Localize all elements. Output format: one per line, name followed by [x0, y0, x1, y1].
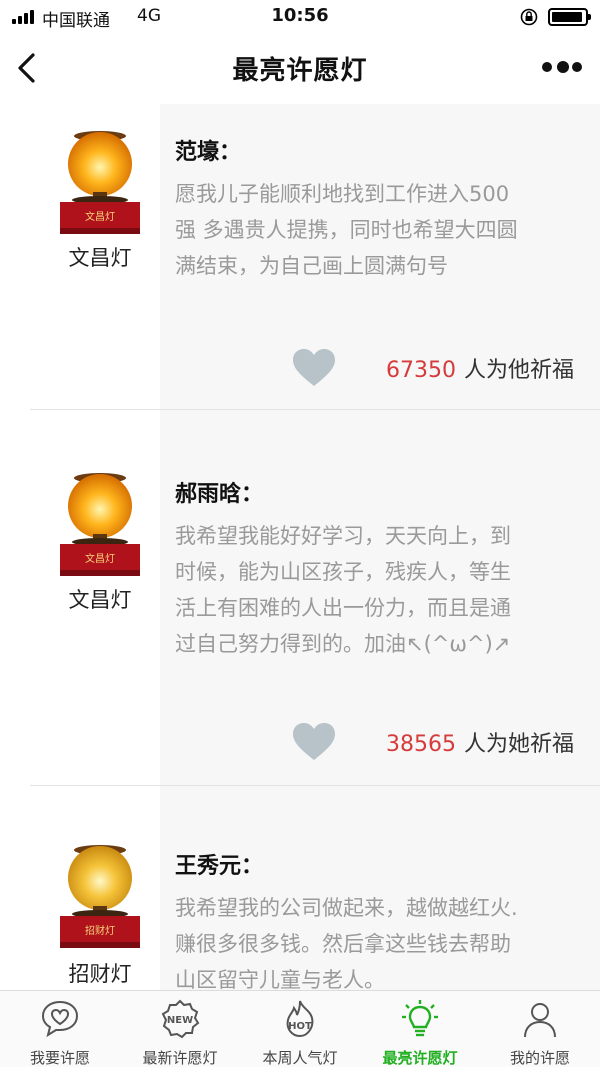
tab-make-wish[interactable]: 我要许愿	[0, 991, 120, 1067]
nav-bar: 最亮许愿灯	[0, 34, 600, 104]
bless-suffix: 人为他祈福	[463, 358, 574, 383]
wish-list[interactable]: 文昌灯 文昌灯 范壕： 愿我儿子能顺利地找到工作进入500 强 多遇贵人提携，同…	[0, 104, 600, 990]
lamp-type-label: 招财灯	[68, 962, 132, 986]
tab-label: 我要许愿	[29, 1049, 90, 1067]
tab-label: 最新许愿灯	[142, 1049, 218, 1067]
bless-suffix: 人为她祈福	[463, 732, 574, 757]
bless-heart-icon[interactable]	[292, 348, 336, 388]
wisher-name: 郝雨晗：	[175, 482, 264, 507]
tab-label: 最亮许愿灯	[382, 1049, 458, 1067]
bless-count: 67350	[385, 358, 456, 383]
wisher-name: 范壕：	[175, 140, 242, 165]
lamp-plaque-text: 文昌灯	[85, 210, 115, 223]
more-options-icon[interactable]	[540, 58, 584, 76]
hot-flame-icon: HOT	[286, 1000, 314, 1038]
lantern-lamp-icon: 文昌灯	[60, 131, 140, 234]
wish-text: 我希望我能好好学习，天天向上，到 时候，能为山区孩子，残疾人，等生 活上有困难的…	[175, 524, 511, 656]
svg-text:NEW: NEW	[167, 1015, 193, 1026]
wish-card[interactable]: 文昌灯 文昌灯 范壕： 愿我儿子能顺利地找到工作进入500 强 多遇贵人提携，同…	[0, 104, 600, 410]
rotation-lock-icon	[520, 8, 538, 26]
bless-heart-icon[interactable]	[292, 722, 336, 762]
bulb-icon	[402, 1000, 438, 1037]
wish-card[interactable]: 招财灯 招财灯 王秀元： 我希望我的公司做起来，越做越红火. 赚很多很多钱。然后…	[0, 786, 600, 990]
lantern-lamp-icon: 文昌灯	[60, 473, 140, 576]
tab-weekly-popular[interactable]: HOT 本周人气灯	[240, 991, 360, 1067]
battery-icon	[548, 8, 591, 26]
bless-count-line: 67350 人为他祈福	[386, 352, 574, 384]
wisher-name: 王秀元：	[175, 854, 264, 879]
person-icon	[524, 1003, 556, 1038]
lamp-type-label: 文昌灯	[68, 588, 132, 612]
tab-brightest-lamps[interactable]: 最亮许愿灯	[360, 991, 480, 1067]
heart-chat-icon	[41, 1000, 79, 1038]
lamp-plaque-text: 招财灯	[85, 924, 115, 937]
svg-text:HOT: HOT	[288, 1021, 312, 1032]
status-time: 10:56	[271, 5, 329, 26]
wish-card[interactable]: 文昌灯 文昌灯 郝雨晗： 我希望我能好好学习，天天向上，到 时候，能为山区孩子，…	[0, 410, 600, 786]
bless-count-line: 38565 人为她祈福	[386, 726, 574, 758]
wish-text: 我希望我的公司做起来，越做越红火. 赚很多很多钱。然后拿这些钱去帮助 山区留守儿…	[175, 896, 518, 990]
status-bar: 中国联通 4G 10:56	[0, 0, 600, 34]
tab-my-wishes[interactable]: 我的许愿	[480, 991, 600, 1067]
bottom-tab-bar: 我要许愿 NEW 最新许愿灯 HOT 本周人气灯 最亮许愿灯 我的许愿	[0, 990, 600, 1067]
tab-label: 本周人气灯	[262, 1049, 338, 1067]
new-badge-icon: NEW	[161, 999, 200, 1039]
tab-label: 我的许愿	[509, 1049, 570, 1067]
lantern-lamp-icon: 招财灯	[60, 845, 140, 948]
wish-text: 愿我儿子能顺利地找到工作进入500 强 多遇贵人提携，同时也希望大四圆 满结束，…	[175, 182, 518, 278]
page-title: 最亮许愿灯	[232, 56, 368, 86]
bless-count: 38565	[385, 732, 456, 757]
tab-newest-lamps[interactable]: NEW 最新许愿灯	[120, 991, 240, 1067]
lamp-type-label: 文昌灯	[68, 246, 132, 270]
lamp-plaque-text: 文昌灯	[85, 552, 115, 565]
